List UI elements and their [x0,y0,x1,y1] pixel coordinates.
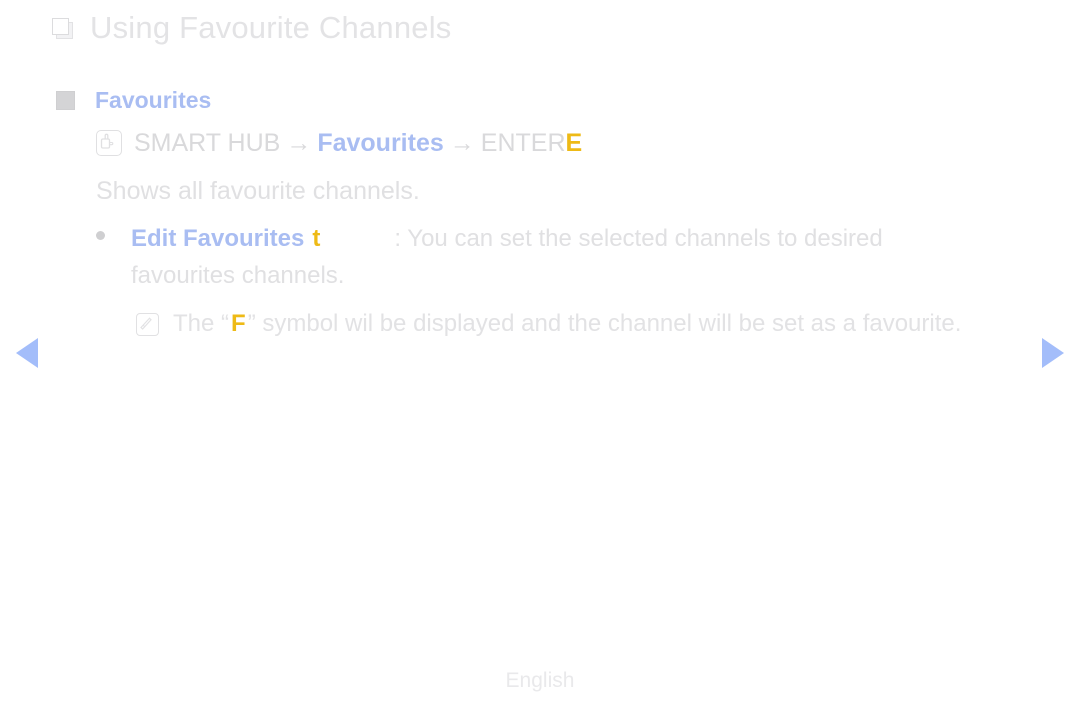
note-text-after: ” symbol wil be displayed and the channe… [247,310,962,337]
path-target: Favourites [317,129,444,157]
footer-language-label: English [505,669,575,692]
menu-path-text: SMART HUB → Favourites → ENTERE [134,128,582,158]
list-item-description-line-1: : You can set the selected channels to d… [394,225,883,252]
path-arrow-1: → [286,129,312,157]
page-title-row: Using Favourite Channels [52,10,451,46]
path-action: ENTER [480,129,566,157]
prev-page-arrow[interactable] [16,338,38,368]
help-page: Using Favourite Channels Favourites SMAR… [0,0,1080,705]
section-heading: Favourites [95,87,212,113]
hollow-square-icon [52,18,73,39]
dot-bullet-icon [96,231,105,240]
next-page-arrow[interactable] [1042,338,1064,368]
hand-touch-icon [96,130,122,156]
page-title: Using Favourite Channels [90,10,452,45]
note-text: The “F” symbol wil be displayed and the … [173,309,961,339]
list-item: Edit Favourites t : You can set the sele… [96,224,1046,291]
note-row: The “F” symbol wil be displayed and the … [136,309,961,339]
list-item-first-line: Edit Favourites t : You can set the sele… [96,224,1046,254]
menu-path-row: SMART HUB → Favourites → ENTERE [96,128,582,158]
list-item-description-line-2: favourites channels. [131,262,345,289]
note-text-before: The “ [173,310,230,337]
filled-square-icon [56,90,75,110]
section-heading-row: Favourites [56,86,211,114]
enter-key-icon: E [565,129,583,157]
list-item-label: Edit Favourites [131,225,305,252]
path-root: SMART HUB [134,129,281,157]
path-arrow-2: → [449,129,475,157]
section-description: Shows all favourite channels. [96,177,420,205]
note-pencil-icon [136,312,159,336]
tools-key-icon: t [312,225,321,252]
favourite-symbol-icon: F [231,310,246,337]
